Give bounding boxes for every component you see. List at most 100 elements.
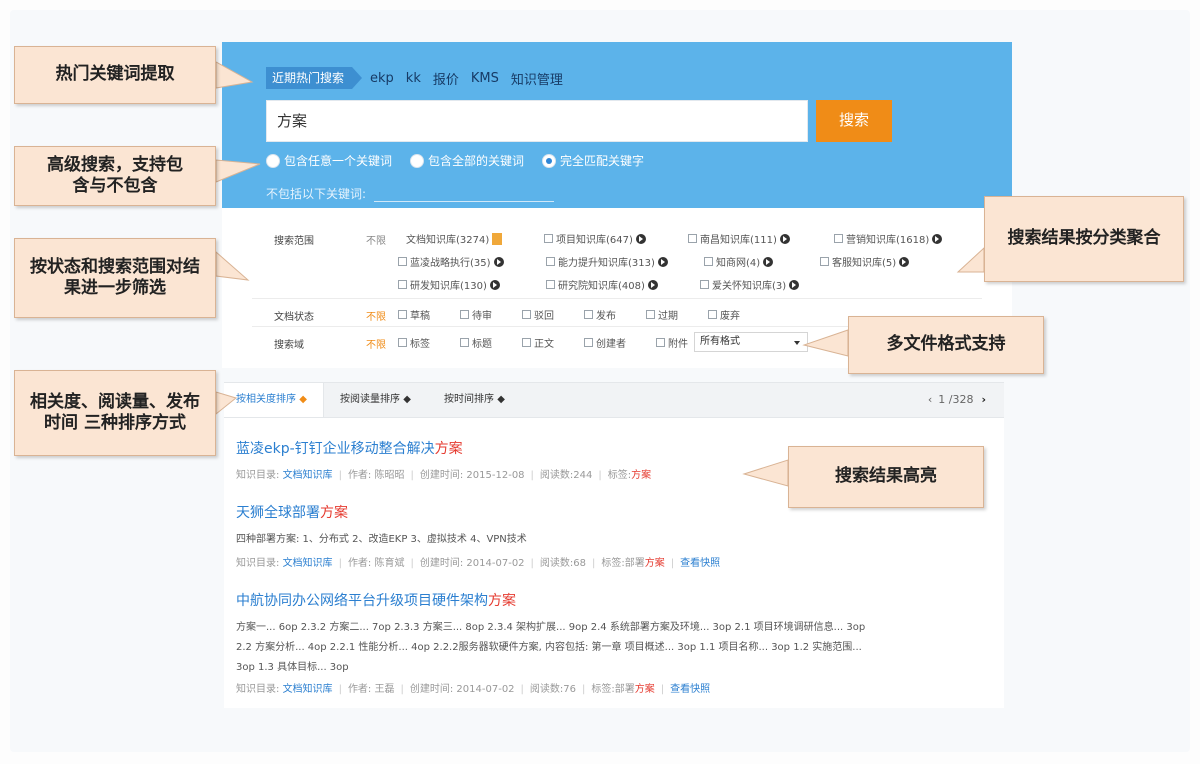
- scope-item-label: 客服知识库(5): [832, 258, 897, 269]
- scope-item[interactable]: 客服知识库(5): [820, 254, 910, 269]
- meta-created: 创建时间: 2014-07-02: [419, 558, 525, 569]
- search-button[interactable]: 搜索: [816, 100, 892, 142]
- hot-keyword[interactable]: 知识管理: [511, 69, 563, 88]
- hot-keyword[interactable]: 报价: [433, 69, 459, 88]
- scope-item[interactable]: 文档知识库(3274): [406, 231, 503, 246]
- checkbox-icon: [656, 338, 665, 347]
- hot-search-label: 近期热门搜索: [266, 67, 363, 89]
- expand-icon[interactable]: [492, 232, 503, 245]
- status-item[interactable]: 待审: [460, 307, 492, 322]
- match-option-all[interactable]: 包含全部的关键词: [410, 152, 524, 169]
- chevron-down-icon: [794, 341, 800, 345]
- meta-path-label: 知识目录:: [236, 470, 280, 481]
- prev-page-icon[interactable]: ‹: [928, 393, 932, 406]
- scope-item[interactable]: 蓝凌战略执行(35): [398, 254, 504, 269]
- domain-item[interactable]: 创建者: [584, 335, 626, 350]
- search-input[interactable]: 方案: [266, 100, 808, 142]
- meta-author: 作者: 王磊: [347, 684, 395, 695]
- format-select[interactable]: 所有格式: [694, 332, 808, 352]
- callout-highlight: 搜索结果高亮: [788, 446, 984, 508]
- scope-item-label: 项目知识库(647): [556, 235, 633, 246]
- hot-keyword[interactable]: KMS: [471, 71, 499, 86]
- meta-tags-highlight: 方案: [644, 558, 665, 569]
- sort-arrow-icon: ◆: [403, 394, 411, 405]
- hot-keyword[interactable]: kk: [406, 71, 421, 86]
- sort-tab-time[interactable]: 按时间排序 ◆: [444, 383, 505, 417]
- expand-arrow-icon[interactable]: [647, 279, 658, 290]
- radio-icon: [410, 153, 425, 168]
- scope-item[interactable]: 能力提升知识库(313): [546, 254, 668, 269]
- status-item[interactable]: 废弃: [708, 307, 740, 322]
- pager: ‹ 1 /328 ›: [928, 383, 986, 417]
- checkbox-icon: [398, 280, 407, 289]
- expand-arrow-icon[interactable]: [493, 256, 504, 267]
- scope-item[interactable]: 研究院知识库(408): [546, 277, 658, 292]
- sort-tab-reads[interactable]: 按阅读量排序 ◆: [340, 383, 411, 417]
- status-item[interactable]: 驳回: [522, 307, 554, 322]
- scope-item-label: 能力提升知识库(313): [558, 258, 655, 269]
- checkbox-icon: [544, 234, 553, 243]
- search-panel: 近期热门搜索 ekp kk 报价 KMS 知识管理 方案 搜索 包含任意一个关键…: [222, 42, 1012, 208]
- scope-unlimited[interactable]: 不限: [366, 232, 386, 247]
- match-option-exact[interactable]: 完全匹配关键字: [542, 152, 644, 169]
- sort-tab-relevance[interactable]: 按相关度排序 ◆: [224, 383, 324, 417]
- domain-unlimited[interactable]: 不限: [366, 336, 386, 351]
- scope-item-label: 文档知识库(3274): [406, 235, 490, 246]
- expand-arrow-icon[interactable]: [932, 233, 943, 244]
- exclude-input[interactable]: [374, 186, 555, 202]
- checkbox-icon: [460, 338, 469, 347]
- status-item-label: 废弃: [720, 311, 740, 322]
- canvas: 近期热门搜索 ekp kk 报价 KMS 知识管理 方案 搜索 包含任意一个关键…: [0, 0, 1200, 764]
- expand-arrow-icon[interactable]: [899, 256, 910, 267]
- status-item[interactable]: 草稿: [398, 307, 430, 322]
- scope-item[interactable]: 项目知识库(647): [544, 231, 646, 246]
- meta-path-link[interactable]: 文档知识库: [283, 558, 333, 569]
- result-title-highlight: 方案: [434, 441, 463, 457]
- scope-item[interactable]: 南昌知识库(111): [688, 231, 790, 246]
- meta-path-link[interactable]: 文档知识库: [283, 470, 333, 481]
- status-unlimited[interactable]: 不限: [366, 308, 386, 323]
- expand-arrow-icon[interactable]: [489, 279, 500, 290]
- match-option-any[interactable]: 包含任意一个关键词: [266, 152, 392, 169]
- checkbox-icon: [522, 310, 531, 319]
- result-title[interactable]: 中航协同办公网络平台升级项目硬件架构方案: [236, 590, 516, 610]
- scope-item[interactable]: 爱关怀知识库(3): [700, 277, 800, 292]
- expand-arrow-icon[interactable]: [635, 233, 646, 244]
- next-page-icon[interactable]: ›: [981, 393, 986, 406]
- domain-label: 搜索域: [274, 340, 304, 351]
- sort-bar: 按相关度排序 ◆ 按阅读量排序 ◆ 按时间排序 ◆ ‹ 1 /328 ›: [224, 382, 1004, 418]
- divider: [252, 298, 982, 299]
- expand-arrow-icon[interactable]: [657, 256, 668, 267]
- status-item[interactable]: 过期: [646, 307, 678, 322]
- match-option-label: 完全匹配关键字: [560, 154, 645, 168]
- checkbox-icon: [398, 338, 407, 347]
- snapshot-link[interactable]: 查看快照: [680, 558, 720, 569]
- meta-tags: 标签:部署: [601, 558, 645, 569]
- scope-item[interactable]: 知商网(4): [704, 254, 774, 269]
- result-title[interactable]: 蓝凌ekp-钉钉企业移动整合解决方案: [236, 438, 463, 458]
- status-item-label: 发布: [596, 311, 616, 322]
- checkbox-icon: [820, 257, 829, 266]
- domain-item[interactable]: 标题: [460, 335, 492, 350]
- status-item[interactable]: 发布: [584, 307, 616, 322]
- result-meta: 知识目录: 文档知识库 | 作者: 王磊 | 创建时间: 2014-07-02 | 阅读数:…: [236, 684, 711, 695]
- expand-arrow-icon[interactable]: [763, 256, 774, 267]
- sort-tab-label: 按相关度排序: [236, 394, 296, 405]
- result-snippet: 2.2 方案分析... 4op 2.2.1 性能分析... 4op 2.2.2服…: [236, 642, 862, 653]
- hot-keyword[interactable]: ekp: [370, 71, 394, 86]
- result-title[interactable]: 天狮全球部署方案: [236, 502, 348, 522]
- domain-item[interactable]: 正文: [522, 335, 554, 350]
- meta-tags: 标签:部署: [591, 684, 635, 695]
- domain-item[interactable]: 标签: [398, 335, 430, 350]
- callout-hot-keywords: 热门关键词提取: [14, 46, 216, 104]
- meta-path-link[interactable]: 文档知识库: [283, 684, 333, 695]
- expand-arrow-icon[interactable]: [789, 279, 800, 290]
- scope-item[interactable]: 研发知识库(130): [398, 277, 500, 292]
- checkbox-icon: [460, 310, 469, 319]
- result-meta: 知识目录: 文档知识库 | 作者: 陈昭昭 | 创建时间: 2015-12-08 | 阅读数…: [236, 470, 652, 481]
- expand-arrow-icon[interactable]: [779, 233, 790, 244]
- meta-tags: 标签:: [607, 470, 632, 481]
- snapshot-link[interactable]: 查看快照: [670, 684, 710, 695]
- domain-item[interactable]: 附件: [656, 335, 688, 350]
- scope-item[interactable]: 营销知识库(1618): [834, 231, 943, 246]
